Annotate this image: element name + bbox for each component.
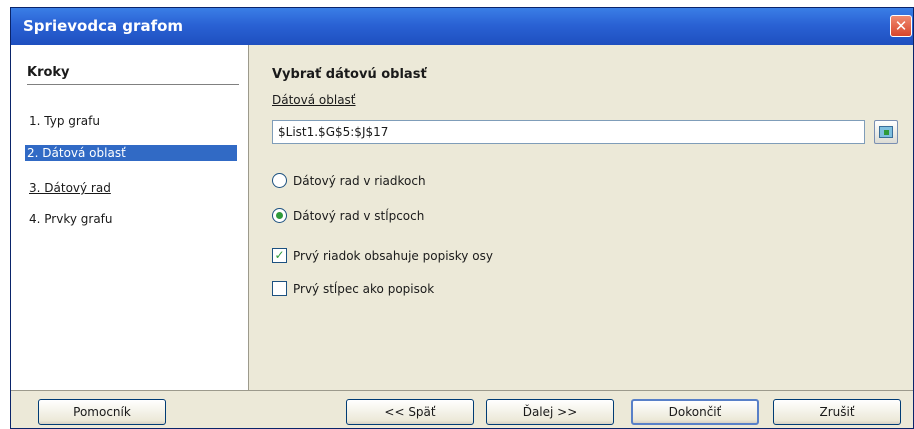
content-panel: Vybrať dátovú oblasť Dátová oblasť Dátov… bbox=[250, 45, 913, 390]
steps-divider bbox=[27, 84, 239, 85]
first-row-labels-label: Prvý riadok obsahuje popisky osy bbox=[293, 248, 493, 263]
data-range-input[interactable] bbox=[272, 120, 865, 144]
section-title: Vybrať dátovú oblasť bbox=[272, 67, 427, 82]
step-chart-type[interactable]: 1. Typ grafu bbox=[27, 113, 102, 129]
back-button[interactable]: << Späť bbox=[346, 399, 474, 425]
first-column-labels-checkbox[interactable] bbox=[272, 281, 287, 296]
help-button[interactable]: Pomocník bbox=[38, 399, 166, 425]
step-data-series[interactable]: 3. Dátový rad bbox=[27, 180, 113, 196]
series-in-columns-option[interactable]: Dátový rad v stĺpcoch bbox=[272, 208, 424, 223]
chart-wizard-dialog: Sprievodca grafom ✕ Kroky 1. Typ grafu 2… bbox=[10, 7, 914, 429]
series-in-columns-radio[interactable] bbox=[272, 208, 287, 223]
first-column-labels-option[interactable]: Prvý stĺpec ako popisok bbox=[272, 281, 434, 296]
first-row-labels-checkbox[interactable]: ✓ bbox=[272, 248, 287, 263]
data-range-label: Dátová oblasť bbox=[272, 93, 356, 107]
steps-heading: Kroky bbox=[27, 65, 70, 80]
next-button[interactable]: Ďalej >> bbox=[486, 399, 614, 425]
close-button[interactable]: ✕ bbox=[890, 15, 912, 37]
button-bar: Pomocník << Späť Ďalej >> Dokončiť Zruši… bbox=[11, 390, 913, 428]
finish-button[interactable]: Dokončiť bbox=[631, 399, 759, 425]
series-in-rows-option[interactable]: Dátový rad v riadkoch bbox=[272, 173, 426, 188]
first-column-labels-label: Prvý stĺpec ako popisok bbox=[293, 281, 435, 296]
series-in-rows-label: Dátový rad v riadkoch bbox=[293, 173, 426, 188]
steps-panel: Kroky 1. Typ grafu 2. Dátová oblasť 3. D… bbox=[11, 45, 249, 390]
title-bar[interactable]: Sprievodca grafom ✕ bbox=[11, 8, 913, 45]
step-chart-elements[interactable]: 4. Prvky grafu bbox=[27, 211, 115, 227]
select-range-button[interactable] bbox=[874, 120, 898, 144]
first-row-labels-option[interactable]: ✓ Prvý riadok obsahuje popisky osy bbox=[272, 248, 493, 263]
step-data-range[interactable]: 2. Dátová oblasť bbox=[25, 145, 237, 161]
cancel-button[interactable]: Zrušiť bbox=[773, 399, 901, 425]
close-icon: ✕ bbox=[894, 17, 908, 35]
shrink-dialog-icon bbox=[879, 126, 893, 138]
series-in-columns-label: Dátový rad v stĺpcoch bbox=[293, 208, 425, 223]
window-title: Sprievodca grafom bbox=[23, 17, 184, 35]
series-in-rows-radio[interactable] bbox=[272, 173, 287, 188]
